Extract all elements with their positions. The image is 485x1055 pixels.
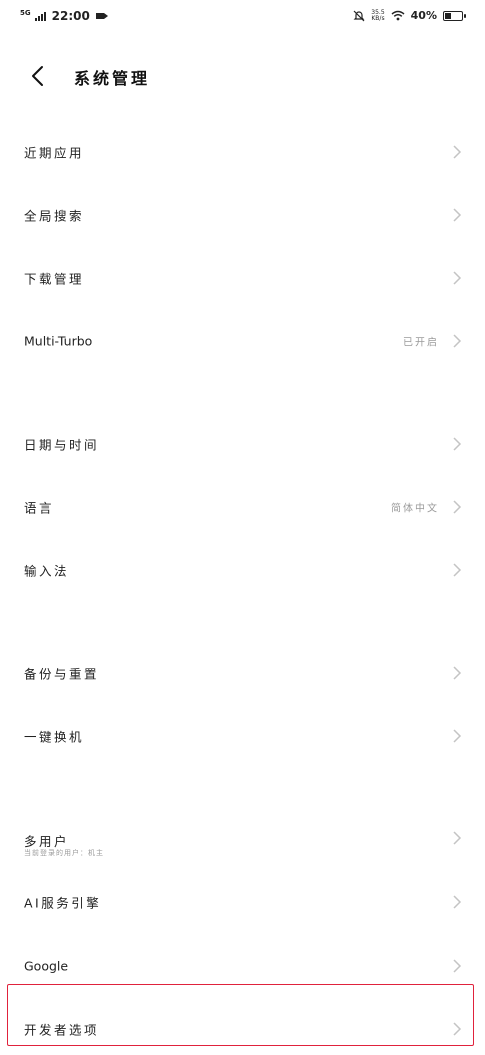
row-input-method[interactable]: 输入法	[0, 542, 485, 598]
row-google[interactable]: Google	[0, 938, 485, 994]
chevron-right-icon	[453, 666, 462, 680]
chevron-right-icon	[453, 271, 462, 285]
status-right: 35.5 KB/s 40%	[353, 9, 466, 22]
chevron-right-icon	[453, 729, 462, 743]
row-subtitle: 当前登录的用户：机主	[24, 849, 104, 857]
signal-icon	[34, 11, 46, 21]
chevron-right-icon	[453, 334, 462, 348]
row-label: 备份与重置	[24, 666, 100, 682]
network-speed: 35.5 KB/s	[371, 9, 385, 22]
battery-percent: 40%	[410, 9, 437, 22]
silent-alarm-icon	[353, 10, 365, 21]
row-label: 语言	[24, 500, 55, 516]
row-language[interactable]: 语言 简体中文	[0, 479, 485, 535]
video-recording-icon	[95, 13, 108, 19]
row-label: 日期与时间	[24, 437, 100, 453]
chevron-right-icon	[453, 895, 462, 909]
status-left: 5G 22:00	[20, 8, 108, 23]
row-label: 开发者选项	[24, 1022, 100, 1038]
chevron-right-icon	[453, 959, 462, 973]
row-label: 下载管理	[24, 271, 85, 287]
row-global-search[interactable]: 全局搜索	[0, 187, 485, 243]
row-label: AI服务引擎	[24, 895, 102, 911]
wifi-icon	[391, 10, 405, 21]
clock: 22:00	[51, 9, 90, 23]
row-multi-turbo[interactable]: Multi-Turbo 已开启	[0, 313, 485, 369]
chevron-right-icon	[453, 1022, 462, 1036]
row-download-manager[interactable]: 下载管理	[0, 250, 485, 306]
row-label: Google	[24, 958, 69, 974]
network-speed-unit: KB/s	[371, 14, 385, 22]
row-label: 近期应用	[24, 145, 85, 161]
row-multi-user[interactable]: 多用户 当前登录的用户：机主	[0, 810, 485, 866]
page-title: 系统管理	[74, 69, 151, 88]
chevron-right-icon	[453, 500, 462, 514]
chevron-right-icon	[453, 563, 462, 577]
system-management-screen: 5G 22:00 35.5 KB/s 40% 系统管理 近期应用 全局搜索 下载…	[0, 0, 485, 1055]
row-backup-reset[interactable]: 备份与重置	[0, 645, 485, 701]
battery-icon	[443, 10, 466, 21]
row-label: 全局搜索	[24, 208, 85, 224]
row-value: 已开启	[403, 337, 439, 349]
row-value: 简体中文	[391, 503, 439, 515]
back-button[interactable]	[22, 58, 54, 94]
status-bar: 5G 22:00 35.5 KB/s 40%	[0, 0, 485, 32]
header: 系统管理	[0, 50, 485, 102]
row-phone-clone[interactable]: 一键换机	[0, 708, 485, 764]
network-type: 5G	[20, 8, 31, 17]
back-arrow-icon	[32, 66, 43, 86]
row-label: Multi-Turbo	[24, 333, 93, 349]
row-ai-service-engine[interactable]: AI服务引擎	[0, 874, 485, 930]
row-date-time[interactable]: 日期与时间	[0, 416, 485, 472]
battery-level-fill	[445, 12, 451, 19]
row-label: 输入法	[24, 563, 70, 579]
row-recent-apps[interactable]: 近期应用	[0, 124, 485, 180]
row-developer-options[interactable]: 开发者选项	[0, 1001, 485, 1055]
chevron-right-icon	[453, 831, 462, 845]
chevron-right-icon	[453, 437, 462, 451]
chevron-right-icon	[453, 145, 462, 159]
chevron-right-icon	[453, 208, 462, 222]
row-label: 一键换机	[24, 729, 85, 745]
